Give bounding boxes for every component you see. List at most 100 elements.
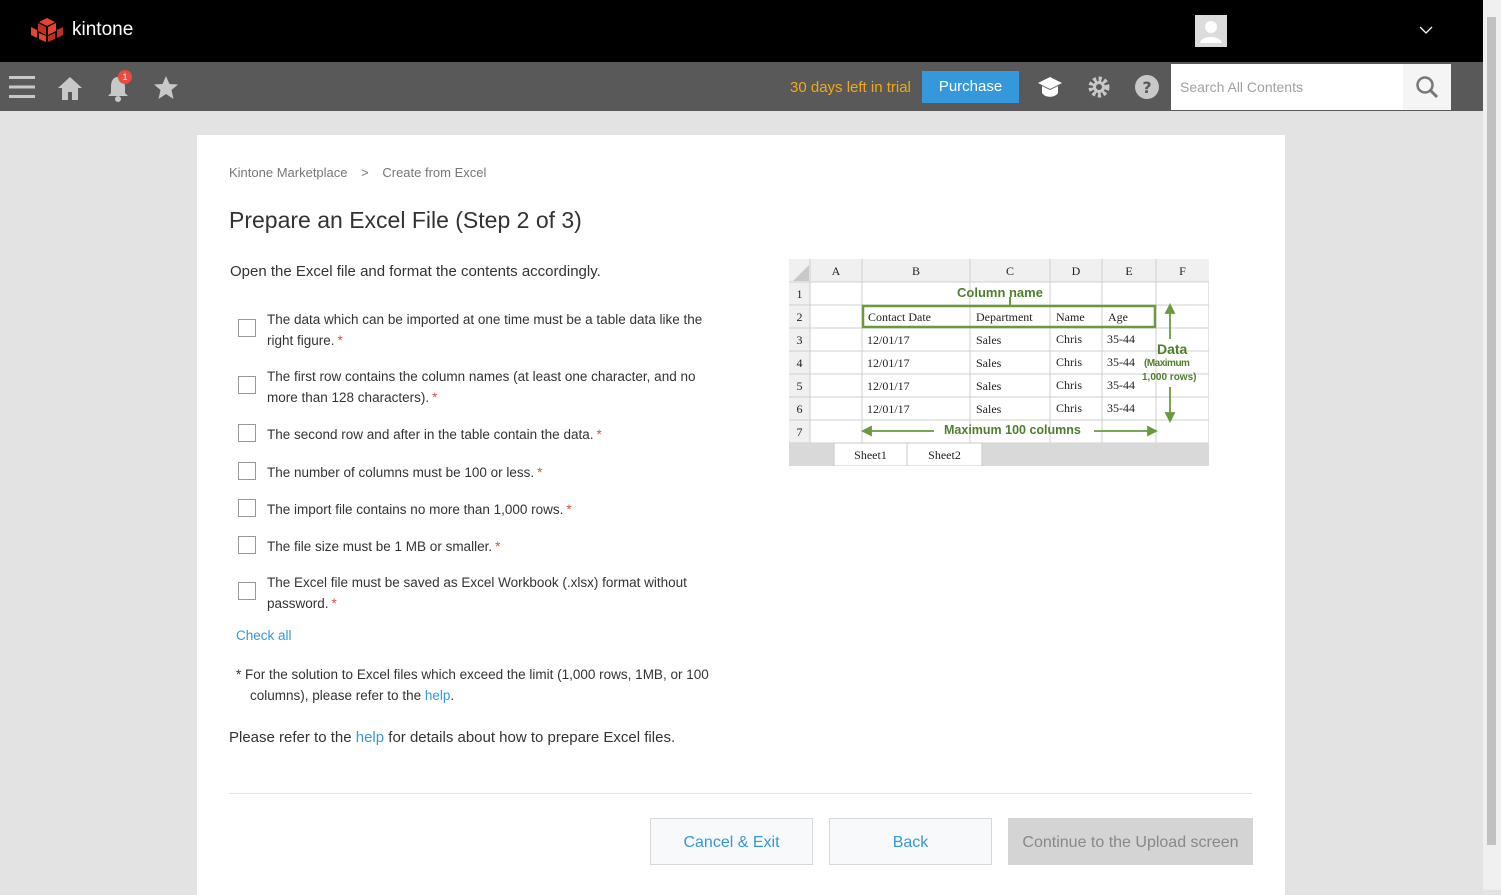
data-cell: Sales xyxy=(976,402,1002,416)
column-header: E xyxy=(1125,264,1133,278)
continue-upload-button[interactable]: Continue to the Upload screen xyxy=(1008,818,1253,865)
checkbox[interactable] xyxy=(238,319,256,337)
checkbox[interactable] xyxy=(238,499,256,517)
data-cell: Sales xyxy=(976,333,1002,347)
checklist-label: The number of columns must be 100 or les… xyxy=(267,462,717,483)
help-paragraph: Please refer to the help for details abo… xyxy=(229,729,675,746)
row-number: 1 xyxy=(796,287,803,301)
help-link[interactable]: help xyxy=(356,729,384,746)
header-cell: Age xyxy=(1108,310,1128,324)
breadcrumb: Kintone Marketplace > Create from Excel xyxy=(229,165,486,180)
checklist-item[interactable]: The file size must be 1 MB or smaller. * xyxy=(238,536,717,557)
kintone-logo[interactable]: kintone xyxy=(30,17,133,43)
checklist-item[interactable]: The number of columns must be 100 or les… xyxy=(238,462,717,483)
sheet-tab: Sheet2 xyxy=(928,448,961,462)
note-suffix: . xyxy=(450,688,455,703)
checklist-text: The data which can be imported at one ti… xyxy=(267,312,703,348)
required-mark: * xyxy=(331,596,337,611)
data-cell: 12/01/17 xyxy=(867,333,910,347)
checklist-item[interactable]: The Excel file must be saved as Excel Wo… xyxy=(238,572,697,614)
row-number: 5 xyxy=(796,379,803,393)
data-cell: 12/01/17 xyxy=(867,379,910,393)
checklist-text: The file size must be 1 MB or smaller. xyxy=(267,539,493,554)
user-avatar[interactable] xyxy=(1195,15,1227,47)
column-header: D xyxy=(1071,264,1081,278)
check-all-link[interactable]: Check all xyxy=(236,628,292,643)
scrollbar-thumb[interactable] xyxy=(1487,17,1496,845)
data-label: Data xyxy=(1157,341,1188,357)
data-cell: 35-44 xyxy=(1107,355,1135,369)
data-cell: 35-44 xyxy=(1107,332,1135,346)
column-name-label: Column name xyxy=(957,285,1043,300)
checklist-text: The second row and after in the table co… xyxy=(267,427,594,442)
intro-text: Open the Excel file and format the conte… xyxy=(230,263,601,280)
column-header: F xyxy=(1179,264,1186,278)
header-cell: Contact Date xyxy=(868,310,931,324)
breadcrumb-current: Create from Excel xyxy=(382,165,487,180)
user-menu-chevron-icon[interactable] xyxy=(1418,22,1434,43)
checklist-item[interactable]: The second row and after in the table co… xyxy=(238,424,717,445)
help-prefix: Please refer to the xyxy=(229,729,352,746)
purchase-button[interactable]: Purchase xyxy=(922,71,1019,103)
search-icon xyxy=(1416,76,1439,99)
breadcrumb-marketplace[interactable]: Kintone Marketplace xyxy=(229,165,348,180)
required-mark: * xyxy=(537,465,543,480)
required-mark: * xyxy=(495,539,501,554)
header-cell: Name xyxy=(1056,310,1085,324)
checkbox[interactable] xyxy=(238,582,256,600)
data-cell: 35-44 xyxy=(1107,401,1135,415)
checklist-item[interactable]: The first row contains the column names … xyxy=(238,366,717,408)
data-cell: Chris xyxy=(1056,378,1083,392)
data-cell: 35-44 xyxy=(1107,378,1135,392)
checkbox[interactable] xyxy=(238,462,256,480)
favorites-star-icon[interactable] xyxy=(153,75,179,105)
checklist-label: The second row and after in the table co… xyxy=(267,424,717,445)
settings-gear-icon[interactable] xyxy=(1086,74,1112,105)
column-header: A xyxy=(831,264,841,278)
excel-example-figure: A B C D E F 1 2 3 4 5 6 7 Column name Co… xyxy=(789,259,1209,466)
top-bar xyxy=(0,0,1483,62)
checkbox[interactable] xyxy=(238,536,256,554)
help-suffix: for details about how to prepare Excel f… xyxy=(388,729,676,746)
required-mark: * xyxy=(432,390,438,405)
data-rows-label: 1,000 rows) xyxy=(1142,372,1197,383)
required-mark: * xyxy=(596,427,602,442)
checklist-text: The first row contains the column names … xyxy=(267,369,696,405)
page-title: Prepare an Excel File (Step 2 of 3) xyxy=(229,207,582,233)
checklist-label: The data which can be imported at one ti… xyxy=(267,309,717,351)
row-number: 7 xyxy=(796,425,803,439)
notification-badge: 1 xyxy=(118,70,132,84)
back-button[interactable]: Back xyxy=(829,818,992,865)
checklist-text: The import file contains no more than 1,… xyxy=(267,502,564,517)
app-name: kintone xyxy=(72,19,134,40)
checklist-label: The file size must be 1 MB or smaller. * xyxy=(267,536,717,557)
kintone-logo-icon xyxy=(31,18,63,42)
checklist-item[interactable]: The data which can be imported at one ti… xyxy=(238,309,717,351)
checklist-text: The Excel file must be saved as Excel Wo… xyxy=(267,575,687,611)
cancel-exit-button[interactable]: Cancel & Exit xyxy=(650,818,813,865)
checklist-item[interactable]: The import file contains no more than 1,… xyxy=(238,499,717,520)
column-header: C xyxy=(1005,264,1014,278)
row-number: 6 xyxy=(796,402,803,416)
data-cell: 12/01/17 xyxy=(867,402,910,416)
graduation-cap-icon[interactable] xyxy=(1037,74,1063,105)
breadcrumb-separator: > xyxy=(361,165,369,180)
row-number: 4 xyxy=(796,356,803,370)
data-cell: Sales xyxy=(976,379,1002,393)
home-icon[interactable] xyxy=(57,75,83,106)
checklist-label: The import file contains no more than 1,… xyxy=(267,499,717,520)
header-cell: Department xyxy=(976,310,1033,324)
column-header: B xyxy=(911,264,920,278)
required-mark: * xyxy=(566,502,572,517)
menu-icon[interactable] xyxy=(9,75,35,104)
search-input[interactable] xyxy=(1171,64,1403,110)
footer-divider xyxy=(229,793,1252,794)
help-question-icon[interactable]: ? xyxy=(1134,74,1160,105)
note-help-link[interactable]: help xyxy=(425,688,451,703)
checkbox[interactable] xyxy=(238,376,256,394)
data-cell: 12/01/17 xyxy=(867,356,910,370)
data-cell: Sales xyxy=(976,356,1002,370)
required-mark: * xyxy=(337,333,343,348)
checkbox[interactable] xyxy=(238,424,256,442)
search-button[interactable] xyxy=(1403,64,1451,110)
